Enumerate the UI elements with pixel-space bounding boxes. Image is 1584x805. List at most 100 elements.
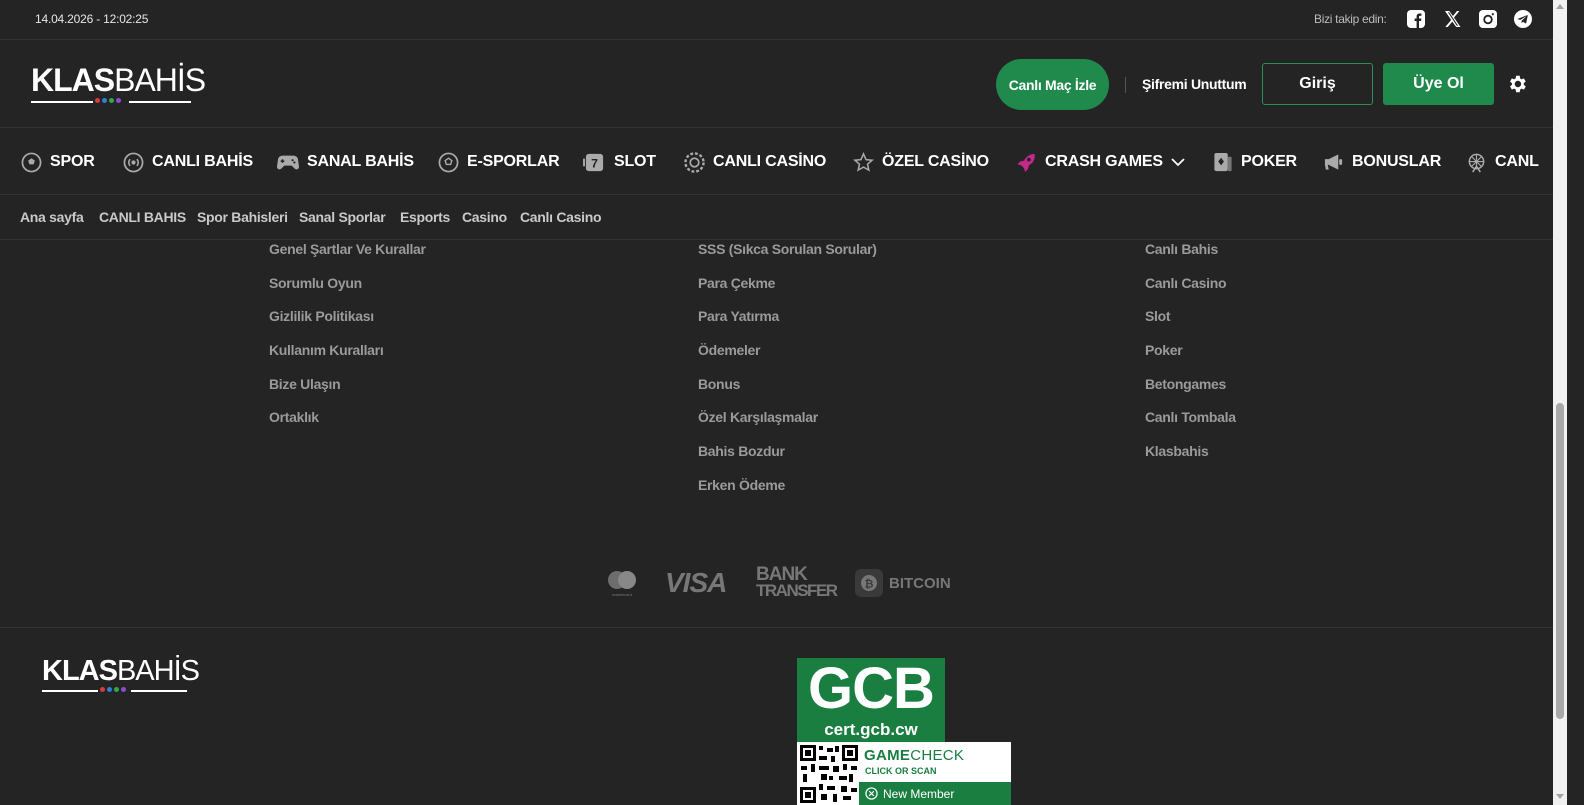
bitcoin-logo: ₿ BITCOIN <box>855 566 951 600</box>
main-nav: SPOR CANLI BAHİS SANAL BAHİS E-SPORLAR 7… <box>0 129 1553 195</box>
nav-label: CANL <box>1495 153 1539 170</box>
follow-us-label: Bizi takip edin: <box>1314 12 1387 26</box>
quick-link-live-casino[interactable]: Canlı Casino <box>520 209 602 225</box>
nav-item-spor[interactable]: SPOR <box>21 129 95 194</box>
chevron-down-icon <box>1171 157 1185 166</box>
facebook-icon[interactable] <box>1407 10 1425 28</box>
logo-bold-text: KLAS <box>31 62 115 98</box>
quick-links-bar: Ana sayfa CANLI BAHIS Spor Bahisleri San… <box>0 196 1553 240</box>
gamecheck-title-bold: GAME <box>864 747 911 764</box>
badge-icon <box>865 787 878 800</box>
footer-link-deposit[interactable]: Para Yatırma <box>698 308 779 324</box>
nav-label: ÖZEL CASİNO <box>882 153 989 170</box>
site-logo[interactable]: KLASBAHİS <box>31 62 206 109</box>
footer-link-faq[interactable]: SSS (Sıkca Sorulan Sorular) <box>698 241 877 257</box>
footer-link-affiliate[interactable]: Ortaklık <box>269 409 319 425</box>
nav-label: CANLI BAHİS <box>152 153 253 170</box>
header-divider <box>1125 77 1126 93</box>
quick-link-sports-betting[interactable]: Spor Bahisleri <box>197 209 288 225</box>
footer-link-terms[interactable]: Genel Şartlar Ve Kurallar <box>269 241 426 257</box>
gear-icon[interactable] <box>1506 73 1528 95</box>
nav-item-canli-casino[interactable]: CANLI CASİNO <box>684 129 827 194</box>
quick-link-home[interactable]: Ana sayfa <box>20 209 84 225</box>
gamecheck-member-bar: New Member <box>859 782 1011 805</box>
scrollbar-thumb[interactable] <box>1556 403 1564 719</box>
logo-bold-text: KLAS <box>42 655 118 687</box>
nav-item-crash-games[interactable]: CRASH GAMES <box>1015 129 1185 194</box>
footer-link-special-matches[interactable]: Özel Karşılaşmalar <box>698 409 818 425</box>
instagram-icon[interactable] <box>1479 10 1497 28</box>
scroll-down-arrow-icon[interactable] <box>1556 794 1564 799</box>
x-icon[interactable] <box>1443 10 1461 28</box>
nav-label: CRASH GAMES <box>1045 153 1163 170</box>
footer-link-bonus[interactable]: Bonus <box>698 376 740 392</box>
forgot-password-link[interactable]: Şifremi Unuttum <box>1142 76 1247 92</box>
nav-item-poker[interactable]: POKER <box>1213 129 1297 194</box>
star-icon <box>853 151 874 172</box>
footer-link-poker[interactable]: Poker <box>1145 342 1183 358</box>
logo-light-text: BAHİS <box>114 62 206 98</box>
nav-label: SANAL BAHİS <box>307 153 414 170</box>
nav-item-canli-bahis[interactable]: CANLI BAHİS <box>123 129 253 194</box>
footer-link-klasbahis[interactable]: Klasbahis <box>1145 443 1209 459</box>
gamecheck-subtitle: CLICK OR SCAN <box>865 766 937 776</box>
nav-item-slot[interactable]: 7 SLOT <box>583 129 656 194</box>
playing-card-icon <box>1214 152 1232 171</box>
nav-label: SPOR <box>50 153 95 170</box>
nav-item-canli-tombala[interactable]: CANL <box>1466 129 1539 194</box>
qr-code-icon <box>799 744 859 804</box>
top-bar: 14.04.2026 - 12:02:25 Bizi takip edin: <box>0 0 1553 40</box>
footer-link-live-tombala[interactable]: Canlı Tombala <box>1145 409 1236 425</box>
footer-link-payments[interactable]: Ödemeler <box>698 342 760 358</box>
footer-link-privacy[interactable]: Gizlilik Politikası <box>269 308 374 324</box>
quick-link-virtual-sports[interactable]: Sanal Sporlar <box>299 209 386 225</box>
mastercard-logo: mastercard <box>606 566 638 600</box>
gcb-cert-url: cert.gcb.cw <box>824 720 918 739</box>
footer-divider <box>0 627 1553 628</box>
bitcoin-label: BITCOIN <box>889 574 951 592</box>
nav-item-sanal-bahis[interactable]: SANAL BAHİS <box>277 129 414 194</box>
nav-item-bonuslar[interactable]: BONUSLAR <box>1323 129 1442 194</box>
watch-live-match-button[interactable]: Canlı Maç İzle <box>996 59 1109 110</box>
casino-chip-icon <box>684 151 705 173</box>
scroll-up-arrow-icon[interactable] <box>1556 4 1564 9</box>
footer-link-responsible-gaming[interactable]: Sorumlu Oyun <box>269 275 362 291</box>
footer-link-contact[interactable]: Bize Ulaşın <box>269 376 341 392</box>
nav-item-e-sporlar[interactable]: E-SPORLAR <box>438 129 560 194</box>
footer-link-live-casino[interactable]: Canlı Casino <box>1145 275 1227 291</box>
telegram-icon[interactable] <box>1514 10 1532 28</box>
footer-logo[interactable]: KLASBAHİS <box>42 655 200 698</box>
svg-text:₿: ₿ <box>865 579 874 591</box>
quick-link-esports[interactable]: Esports <box>400 209 450 225</box>
slot-machine-icon: 7 <box>583 153 604 171</box>
footer-link-usage-rules[interactable]: Kullanım Kuralları <box>269 342 384 358</box>
nav-item-ozel-casino[interactable]: ÖZEL CASİNO <box>853 129 989 194</box>
live-broadcast-icon <box>123 152 144 172</box>
footer-link-live-betting[interactable]: Canlı Bahis <box>1145 241 1218 257</box>
footer-link-cash-out[interactable]: Bahis Bozdur <box>698 443 785 459</box>
footer-link-withdrawal[interactable]: Para Çekme <box>698 275 775 291</box>
rocket-icon <box>1017 153 1035 172</box>
logo-light-text: BAHİS <box>116 655 200 687</box>
login-button[interactable]: Giriş <box>1262 63 1373 105</box>
ferris-wheel-icon <box>1468 153 1485 172</box>
soccer-ball-icon <box>21 152 42 172</box>
register-button[interactable]: Üye Ol <box>1383 63 1494 105</box>
current-datetime: 14.04.2026 - 12:02:25 <box>35 12 149 26</box>
nav-label: E-SPORLAR <box>467 153 560 170</box>
nav-label: POKER <box>1241 153 1297 170</box>
gamecheck-badge[interactable]: GAMECHECK CLICK OR SCAN New Member <box>797 742 1011 805</box>
quick-link-casino[interactable]: Casino <box>462 209 507 225</box>
nav-label: BONUSLAR <box>1352 153 1442 170</box>
bank-line2: TRANSFER <box>756 581 838 600</box>
nav-label: CANLI CASİNO <box>713 153 827 170</box>
footer-link-slot[interactable]: Slot <box>1145 308 1171 324</box>
footer-link-betongames[interactable]: Betongames <box>1145 376 1226 392</box>
bank-transfer-logo: BANK TRANSFER <box>756 565 838 600</box>
gamecheck-member-label: New Member <box>883 786 955 801</box>
quick-link-live-betting[interactable]: CANLI BAHIS <box>99 209 186 225</box>
footer-link-early-payout[interactable]: Erken Ödeme <box>698 477 785 493</box>
gcb-license-badge[interactable]: GCB cert.gcb.cw <box>797 658 945 742</box>
svg-text:mastercard: mastercard <box>612 592 632 597</box>
gamecheck-title: GAMECHECK <box>864 747 964 764</box>
